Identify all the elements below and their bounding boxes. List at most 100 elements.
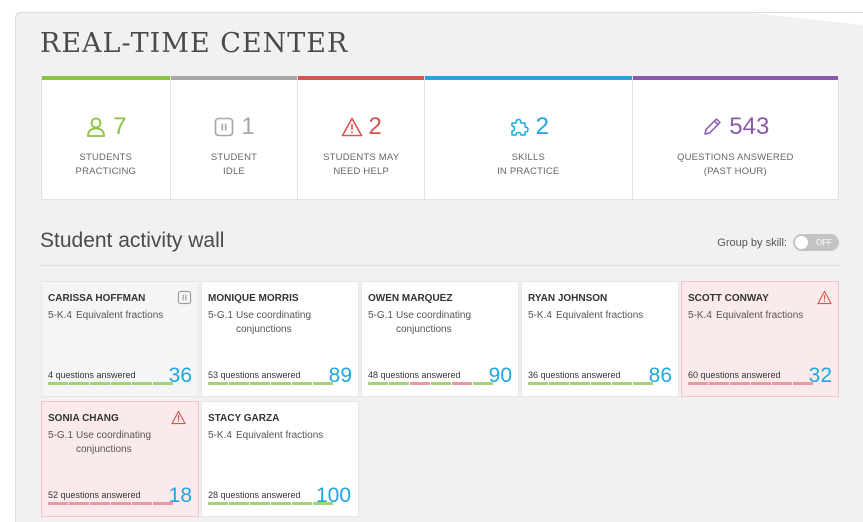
stat-questions-answered[interactable]: 543 QUESTIONS ANSWERED (PAST HOUR) [632,76,839,199]
stat-label: STUDENT IDLE [171,151,298,179]
skill-info: 5-G.1 Use coordinating conjunctions [208,309,356,337]
progress-segment [90,502,110,505]
progress-bar [368,382,493,385]
stat-label-line2: (PAST HOUR) [703,166,767,177]
toggle-knob [795,236,808,249]
stat-label: STUDENTS MAY NEED HELP [298,151,424,179]
questions-answered: 53 questions answered [208,370,301,380]
stat-label-line1: STUDENTS [79,152,133,163]
progress-segment [69,382,89,385]
student-card[interactable]: RYAN JOHNSON 5-K.4 Equivalent fractions 3… [521,281,679,397]
group-by-skill: Group by skill: OFF [717,234,839,251]
pencil-icon [704,118,721,135]
progress-segment [410,382,430,385]
progress-bar [528,382,653,385]
warning-icon [817,290,832,305]
student-name: CARISSA HOFFMAN [48,293,146,304]
stat-need-help[interactable]: 2 STUDENTS MAY NEED HELP [298,76,426,199]
stat-value: 7 [113,113,127,140]
student-icon [87,117,106,137]
stat-value: 1 [241,113,255,140]
skill-code: 5-G.1 [48,430,74,441]
stat-color-bar [298,76,425,80]
questions-answered: 48 questions answered [368,370,461,380]
progress-segment [570,382,590,385]
stat-label-line2: IDLE [223,166,245,177]
toggle-state-label: OFF [816,238,832,247]
progress-segment [452,382,472,385]
progress-segment [271,502,291,505]
skill-code: 5-K.4 [48,310,72,321]
warning-icon [171,410,186,425]
student-name: SONIA CHANG [48,413,119,424]
student-name: RYAN JOHNSON [528,293,608,304]
questions-answered: 28 questions answered [208,490,301,500]
skill-name: Use coordinating conjunctions [76,430,152,455]
progress-segment [313,382,333,385]
progress-segment [229,382,249,385]
skill-code: 5-K.4 [688,310,712,321]
stat-head: 2 [425,113,631,141]
progress-segment [730,382,750,385]
stat-skills-in-practice[interactable]: 2 SKILLS IN PRACTICE [425,76,633,199]
skill-name: Use coordinating conjunctions [396,310,472,335]
skill-name: Equivalent fractions [556,310,644,321]
progress-segment [111,502,131,505]
progress-segment [389,382,409,385]
skill-info: 5-K.4 Equivalent fractions [688,309,836,323]
progress-segment [292,502,312,505]
stat-value: 543 [729,113,770,140]
progress-segment [688,382,708,385]
progress-segment [612,382,632,385]
skill-info: 5-K.4 Equivalent fractions [48,309,196,323]
progress-bar [688,382,813,385]
skill-name: Use coordinating conjunctions [236,310,312,335]
stat-student-idle[interactable]: 1 STUDENT IDLE [170,76,299,199]
progress-segment [90,382,110,385]
skill-info: 5-K.4 Equivalent fractions [528,309,676,323]
stat-head: 7 [42,113,170,141]
stat-head: 2 [298,113,424,141]
progress-segment [48,502,68,505]
progress-segment [111,382,131,385]
skill-code: 5-G.1 [368,310,394,321]
student-card[interactable]: SCOTT CONWAY 5-K.4 Equivalent fractions 6… [681,281,839,397]
pause-icon [215,117,234,137]
progress-bar [208,502,333,505]
progress-segment [368,382,388,385]
student-card[interactable]: MONIQUE MORRIS 5-G.1 Use coordinating con… [201,281,359,397]
student-card[interactable]: STACY GARZA 5-K.4 Equivalent fractions 28… [201,401,359,517]
questions-answered: 4 questions answered [48,370,136,380]
page-title: REAL-TIME CENTER [40,28,349,59]
group-by-skill-toggle[interactable]: OFF [793,234,839,251]
activity-wall-title: Student activity wall [40,229,225,252]
group-by-skill-label: Group by skill: [717,236,787,249]
stat-value: 2 [535,113,549,140]
stat-label-line1: QUESTIONS ANSWERED [676,152,794,163]
progress-segment [473,382,493,385]
progress-segment [633,382,653,385]
stat-color-bar [42,76,170,80]
progress-segment [709,382,729,385]
skill-info: 5-K.4 Equivalent fractions [208,429,356,443]
stat-students-practicing[interactable]: 7 STUDENTS PRACTICING [42,76,171,199]
student-name: MONIQUE MORRIS [208,293,299,304]
progress-segment [313,502,333,505]
student-card[interactable]: CARISSA HOFFMAN 5-K.4 Equivalent fraction… [41,281,199,397]
progress-segment [591,382,611,385]
skill-name: Equivalent fractions [76,310,164,321]
stats-panel: 7 STUDENTS PRACTICING 1 STUDENT IDLE 2 STU… [41,76,839,200]
skill-name: Equivalent fractions [716,310,804,321]
progress-bar [48,502,173,505]
stat-label: STUDENTS PRACTICING [42,151,170,179]
progress-segment [793,382,813,385]
section-divider [40,265,839,266]
student-card[interactable]: SONIA CHANG 5-G.1 Use coordinating conjun… [41,401,199,517]
questions-answered: 52 questions answered [48,490,141,500]
stat-color-bar [425,76,632,80]
progress-segment [431,382,451,385]
skill-code: 5-K.4 [528,310,552,321]
student-card[interactable]: OWEN MARQUEZ 5-G.1 Use coordinating conju… [361,281,519,397]
progress-segment [132,502,152,505]
stat-label-line2: NEED HELP [333,166,390,177]
